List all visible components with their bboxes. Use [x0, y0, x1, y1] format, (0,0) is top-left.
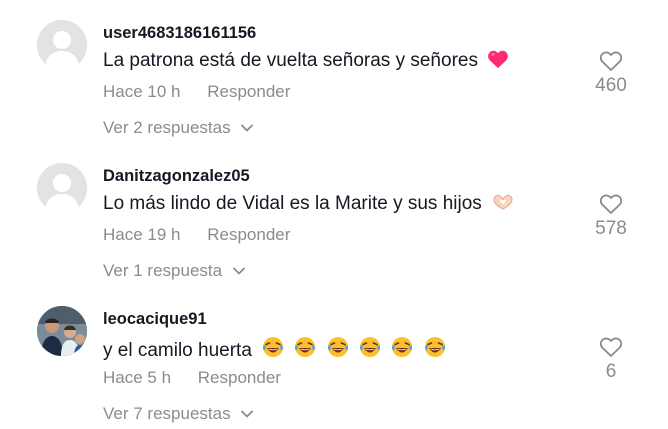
- comment-time: Hace 10 h: [103, 82, 181, 101]
- user-photo-avatar: [37, 306, 87, 356]
- reply-button[interactable]: Responder: [207, 225, 290, 244]
- like-count: 6: [605, 361, 617, 382]
- view-replies-label: Ver 1 respuesta: [103, 261, 223, 280]
- default-avatar-icon: [37, 163, 87, 213]
- view-replies-label: Ver 7 respuestas: [103, 404, 231, 423]
- laughing-crying-icon: [358, 335, 382, 365]
- reply-button[interactable]: Responder: [207, 82, 290, 101]
- view-replies-button[interactable]: Ver 1 respuesta: [103, 261, 245, 281]
- reply-button[interactable]: Responder: [198, 368, 281, 387]
- heart-hands-icon: [491, 192, 515, 218]
- laughing-crying-icon: [390, 335, 414, 365]
- like-heart-icon[interactable]: [599, 193, 623, 215]
- comment-username[interactable]: Danitzagonzalez05: [103, 167, 250, 186]
- like-control: 6: [590, 336, 632, 383]
- laughing-emoji-row: [257, 337, 449, 361]
- comment-time: Hace 5 h: [103, 368, 172, 387]
- laughing-crying-icon: [293, 335, 317, 365]
- comment-text-row: Lo más lindo de Vidal es la Marite y sus…: [103, 192, 515, 218]
- chevron-down-icon: [241, 124, 254, 132]
- comment-meta: Hace 10 h Responder: [103, 82, 290, 102]
- comment-text: y el camilo huerta: [103, 340, 252, 361]
- pink-heart-icon: [487, 49, 509, 75]
- comment-username[interactable]: leocacique91: [103, 310, 207, 329]
- laughing-crying-icon: [261, 335, 285, 365]
- like-heart-icon[interactable]: [599, 50, 623, 72]
- comment-time: Hace 19 h: [103, 225, 181, 244]
- comment-text: La patrona está de vuelta señoras y seño…: [103, 50, 478, 71]
- comment-meta: Hace 5 h Responder: [103, 368, 281, 388]
- laughing-crying-icon: [326, 335, 350, 365]
- comment-meta: Hace 19 h Responder: [103, 225, 290, 245]
- like-control: 460: [590, 50, 632, 97]
- like-count: 460: [595, 75, 627, 96]
- like-control: 578: [590, 193, 632, 240]
- comment-item: leocacique91 y el camilo huerta Hace 5 h…: [0, 286, 668, 429]
- like-count: 578: [595, 218, 627, 239]
- view-replies-label: Ver 2 respuestas: [103, 118, 231, 137]
- chevron-down-icon: [241, 410, 254, 418]
- comment-username[interactable]: user4683186161156: [103, 24, 256, 43]
- like-heart-icon[interactable]: [599, 336, 623, 358]
- avatar[interactable]: [37, 163, 87, 213]
- avatar[interactable]: [37, 20, 87, 70]
- comment-text-row: y el camilo huerta: [103, 335, 450, 365]
- view-replies-button[interactable]: Ver 7 respuestas: [103, 404, 254, 424]
- comment-item: user4683186161156 La patrona está de vue…: [0, 0, 668, 143]
- view-replies-button[interactable]: Ver 2 respuestas: [103, 118, 254, 138]
- laughing-crying-icon: [423, 335, 447, 365]
- chevron-down-icon: [232, 267, 245, 275]
- comment-text: Lo más lindo de Vidal es la Marite y sus…: [103, 193, 482, 214]
- default-avatar-icon: [37, 20, 87, 70]
- comment-item: Danitzagonzalez05 Lo más lindo de Vidal …: [0, 143, 668, 286]
- avatar[interactable]: [37, 306, 87, 356]
- comment-text-row: La patrona está de vuelta señoras y seño…: [103, 49, 509, 75]
